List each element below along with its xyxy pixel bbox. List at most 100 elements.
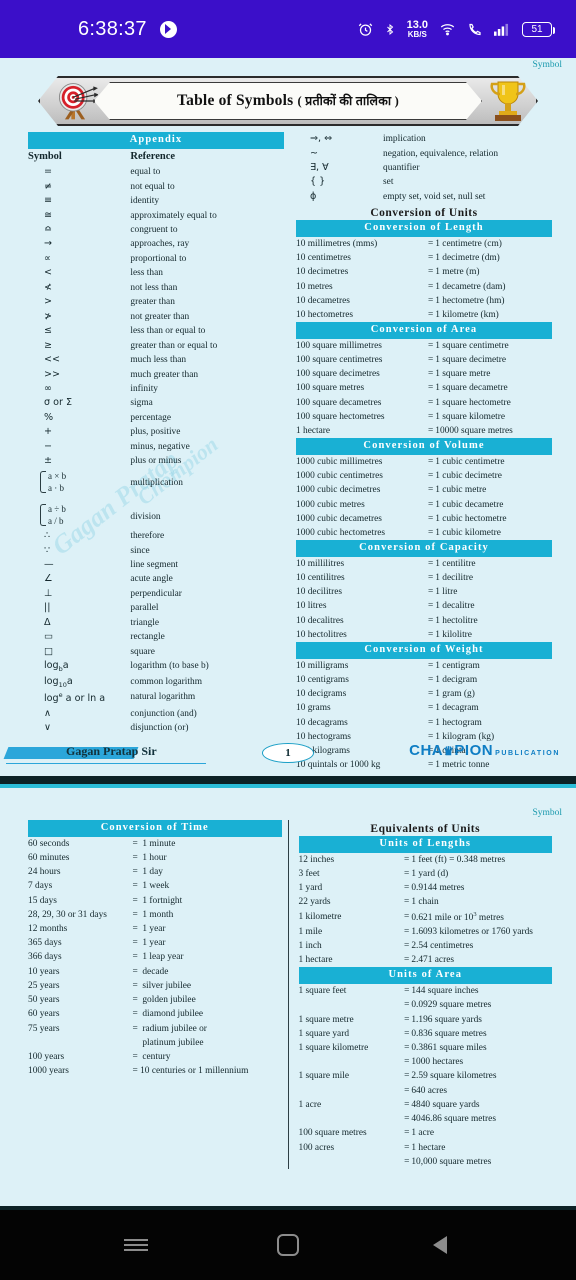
table-row: ∧ conjunction (and)	[28, 706, 284, 720]
equals-sign: =	[427, 383, 434, 394]
table-row: 75 years = radium jubilee or	[28, 1021, 282, 1035]
appendix-heading: Appendix	[28, 132, 284, 149]
symbol-cell: −	[44, 440, 53, 452]
equals-sign: =	[404, 926, 410, 937]
value-cell-b: 1 decalitre	[435, 601, 475, 612]
table-row: ≏ congruent to	[28, 223, 284, 237]
table-row: 10 litres = 1 decalitre	[296, 599, 552, 613]
table-row: 60 years = diamond jubilee	[28, 1007, 282, 1021]
value-cell-a: 3 feet	[298, 868, 320, 879]
value-cell-b: century	[142, 1051, 171, 1062]
value-cell-a: 10 litres	[296, 601, 327, 612]
table-row: 1 hectare = 10000 square metres	[296, 424, 552, 438]
table-row: ∞ infinity	[28, 382, 284, 396]
value-cell-a: 100 square decametres	[296, 397, 382, 408]
value-cell-b: 1 cubic decimetre	[435, 471, 502, 482]
status-bar: 6:38:37 13.0 KB/S 51	[0, 0, 576, 58]
equals-sign: =	[427, 674, 434, 685]
symbol-cell: a × b a · b	[28, 469, 130, 496]
symbol-cell: %	[44, 411, 54, 423]
equals-sign: =	[404, 883, 410, 894]
table-row: a ÷ b a / b division	[28, 496, 284, 529]
equals-sign: =	[427, 340, 434, 351]
reference-cell: plus, positive	[130, 427, 181, 438]
equals-sign: =	[132, 952, 138, 963]
equals-sign: =	[132, 923, 138, 934]
value-cell-b: 1 square decametre	[435, 383, 508, 394]
table-row: ≥ greater than or equal to	[28, 339, 284, 353]
table-row: → approaches, ray	[28, 237, 284, 251]
table-row: ∨ disjunction (or)	[28, 721, 284, 735]
equals-sign: =	[404, 1156, 410, 1167]
table-row: 10 decalitres = 1 hectolitre	[296, 614, 552, 628]
home-icon[interactable]	[271, 1228, 305, 1262]
reference-cell: conjunction (and)	[130, 708, 197, 719]
equals-sign: =	[427, 411, 434, 422]
conversion-of-time-heading: Conversion of Time	[28, 820, 282, 837]
reference-cell: not less than	[130, 282, 178, 293]
recents-icon[interactable]	[119, 1228, 153, 1262]
table-row: 100 square centimetres = 1 square decimetr…	[296, 353, 552, 367]
page-title-hi: ( प्रतीकों की तालिका )	[297, 94, 399, 108]
reference-cell: less than or equal to	[130, 326, 206, 337]
status-bar-clock: 6:38:37	[78, 17, 147, 40]
value-cell-a: 1 square mile	[298, 1071, 350, 1082]
equals-sign: =	[132, 938, 138, 949]
page1-footer: Gagan Pratap Sir 1 CHA ♛ PION PUBLICATIO…	[0, 740, 576, 766]
value-cell-a: 1 hectare	[296, 426, 331, 437]
table-row: 3 feet = 1 yard (d)	[299, 867, 553, 881]
table-row: ∃, ∀ quantifier	[296, 161, 552, 175]
value-cell-b: 1 cubic metre	[435, 485, 487, 496]
value-cell-a: 1000 cubic metres	[296, 499, 365, 510]
equals-sign: =	[427, 369, 434, 380]
value-cell-b: 1 chain	[411, 897, 439, 908]
symbol-cell: ϕ	[310, 190, 317, 202]
equals-sign: =	[132, 838, 138, 849]
appendix-table: Symbol Reference = equal to ≠ not equal to ≡…	[28, 149, 284, 736]
symbol-cell: ≅	[44, 209, 53, 221]
signal-icon	[494, 22, 511, 36]
table-row: ∵ since	[28, 543, 284, 557]
equals-sign: =	[404, 1057, 410, 1068]
equals-sign: =	[132, 1009, 138, 1020]
reference-cell: sigma	[130, 398, 153, 409]
page1-right-column: ⇒, ⇔ implication ~ negation, equivalence, r…	[288, 132, 570, 772]
equals-sign: =	[427, 355, 434, 366]
table-row: σ or Σ sigma	[28, 396, 284, 410]
reference-cell: set	[383, 177, 394, 188]
equals-sign: =	[404, 986, 410, 997]
table-row: 1 kilometre = 0.621 mile or 103 metres	[299, 909, 553, 924]
call-icon	[467, 22, 483, 37]
symbol-cell: { }	[310, 176, 326, 188]
table-row: >> much greater than	[28, 367, 284, 381]
equals-sign: =	[427, 703, 434, 714]
symbol-cell: ≡	[44, 195, 53, 207]
document-viewport[interactable]: Symbol Table of Symbols (प्रतीकों की ता…	[0, 58, 576, 1210]
table-row: 365 days = 1 year	[28, 936, 282, 950]
reference-cell: plus or minus	[130, 456, 182, 467]
symbol-cell: ∵	[44, 544, 51, 556]
value-cell-b: 1 hectogram	[435, 717, 482, 728]
table-row: % percentage	[28, 411, 284, 425]
column-divider	[287, 820, 289, 1169]
table-row: ≮ not less than	[28, 281, 284, 295]
reference-cell: parallel	[130, 603, 159, 614]
conversion-sections: Conversion of Length 10 millimetres (mms)…	[296, 220, 552, 772]
value-cell-b: 1 hectometre (hm)	[435, 295, 505, 306]
reference-cell: triangle	[130, 617, 160, 628]
table-row: ⊥ perpendicular	[28, 587, 284, 601]
value-cell-a: 1000 cubic centimetres	[296, 471, 383, 482]
table-row: > greater than	[28, 295, 284, 309]
table-row: logba logarithm (to base b)	[28, 659, 284, 674]
back-icon[interactable]	[423, 1228, 457, 1262]
reference-cell: rectangle	[130, 632, 165, 643]
equals-sign: =	[427, 456, 434, 467]
table-row: 10 decagrams = 1 hectogram	[296, 715, 552, 729]
table-row: 1 square metre = 1.196 square yards	[299, 1012, 553, 1026]
equals-sign: =	[404, 1071, 410, 1082]
page-corner-label: Symbol	[532, 808, 562, 818]
symbol-cell: ∠	[44, 573, 53, 585]
value-cell-b: 2.471 acres	[411, 955, 455, 966]
symbol-cell: ≏	[44, 224, 53, 235]
separator-line	[0, 784, 576, 788]
